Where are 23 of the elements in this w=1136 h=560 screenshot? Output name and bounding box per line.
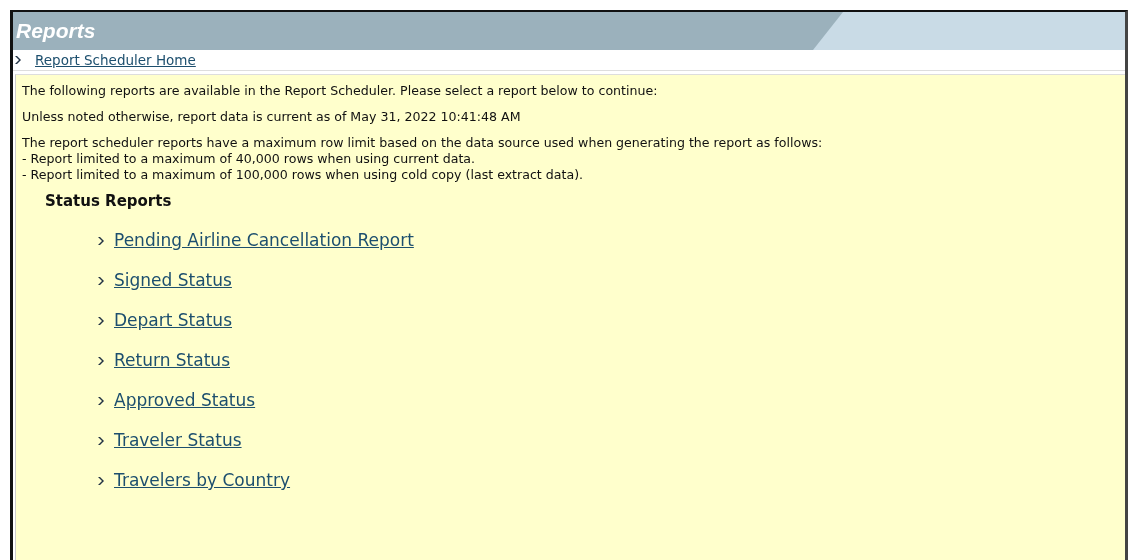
- page-title: Reports: [15, 19, 96, 43]
- chevron-icon: [98, 276, 104, 285]
- info-text: - Report limited to a maximum of 40,000 rows when using current data.: [22, 151, 477, 167]
- report-link[interactable]: Return Status: [114, 349, 230, 372]
- info-text: The report scheduler reports have a maximum row limit based on the data source used when generating the report as follows:: [22, 135, 824, 151]
- report-link[interactable]: Approved Status: [114, 389, 256, 412]
- section-title: Status Reports: [45, 192, 173, 210]
- chevron-icon: [15, 56, 21, 64]
- report-link[interactable]: Traveler Status: [114, 429, 242, 452]
- report-link[interactable]: Pending Airline Cancellation Report: [114, 229, 414, 252]
- chevron-icon: [98, 236, 104, 245]
- home-link[interactable]: Report Scheduler Home: [35, 52, 196, 68]
- chevron-icon: [98, 396, 104, 405]
- info-text: Unless noted otherwise, report data is current as of May 31, 2022 10:41:48 AM: [22, 109, 522, 124]
- info-text: The following reports are available in the Report Scheduler. Please select a report below to continue:: [22, 83, 659, 98]
- report-link[interactable]: Travelers by Country: [114, 469, 291, 492]
- chevron-icon: [98, 316, 104, 325]
- chevron-icon: [98, 356, 104, 365]
- report-link[interactable]: Depart Status: [114, 309, 232, 332]
- info-text: - Report limited to a maximum of 100,000 rows when using cold copy (last extract data).: [22, 167, 585, 183]
- chevron-icon: [98, 476, 104, 485]
- chevron-icon: [98, 436, 104, 445]
- report-link[interactable]: Signed Status: [114, 269, 232, 292]
